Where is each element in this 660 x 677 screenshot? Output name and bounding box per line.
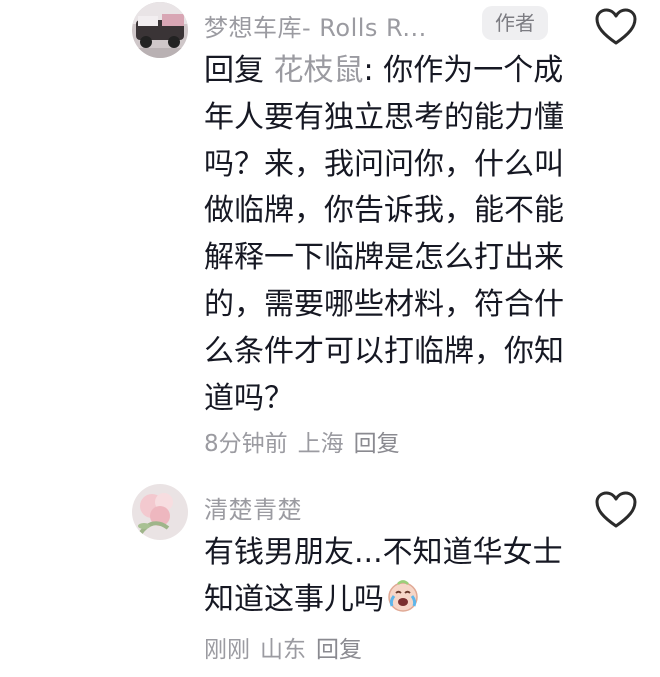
avatar[interactable] — [132, 484, 188, 540]
comment-text: 有钱男朋友...不知道华女士知道这事儿吗 — [204, 530, 564, 624]
reply-button[interactable]: 回复 — [316, 637, 362, 663]
comment-item: 清楚青楚 有钱男朋友...不知道华女士知道这事儿吗 刚刚 山东 回复 — [0, 0, 660, 677]
comment-time: 刚刚 — [204, 637, 250, 663]
comment-username[interactable]: 清楚青楚 — [204, 490, 302, 525]
comment-meta: 刚刚 山东 回复 — [204, 630, 372, 664]
like-heart-icon[interactable] — [595, 491, 637, 529]
comment-location: 山东 — [260, 637, 306, 663]
crying-laughing-face-icon — [386, 579, 420, 613]
comment-body: 有钱男朋友...不知道华女士知道这事儿吗 — [204, 535, 563, 617]
